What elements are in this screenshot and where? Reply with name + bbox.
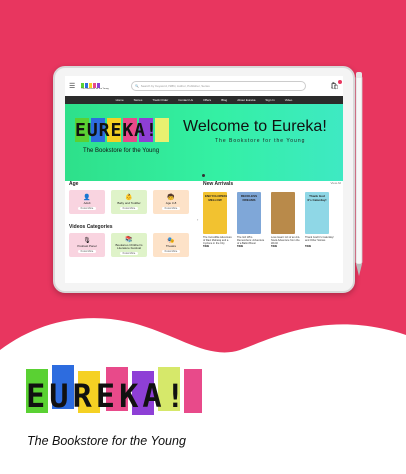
- hero-title: Welcome to Eureka!: [183, 118, 327, 135]
- book-item[interactable]: RECKLESS DREAMS The Girl Who Remembers: …: [237, 192, 267, 248]
- search-input[interactable]: 🔍 Search by Keyword, ISBN, Author, Publi…: [131, 81, 307, 91]
- brand-tagline: The Bookstore for the Young: [27, 434, 186, 448]
- theatre-icon: 🎭: [167, 238, 175, 245]
- age-card-baby[interactable]: 👶 Baby and Toddler Know More: [111, 190, 147, 214]
- nav-item-blog[interactable]: Blog: [221, 98, 227, 102]
- hero-logo: EUREKA!: [75, 120, 158, 141]
- website-screen: ☰ The Bookstore for the Young 🔍 Search b…: [65, 76, 343, 283]
- nav-item-video[interactable]: Video: [285, 98, 293, 102]
- book-cover-title: ENCYCLOPEDIA MELLOW: [205, 194, 227, 202]
- video-card-bookaroo[interactable]: 📚 Bookaroo Children's Literature Festiva…: [111, 233, 147, 257]
- book-price: ₹399: [203, 245, 209, 248]
- baby-icon: 👶: [125, 195, 133, 202]
- card-label: Podcast Panel: [77, 244, 97, 249]
- nav-item-contact[interactable]: Contact Us: [178, 98, 193, 102]
- book-cover[interactable]: Thank God It's Caturday!: [305, 192, 329, 234]
- new-arrivals-header: New Arrivals View All: [203, 181, 341, 190]
- video-card-podcast[interactable]: 🎙 Podcast Panel Know More: [69, 233, 105, 257]
- hero-banner[interactable]: EUREKA! The Bookstore for the Young Welc…: [65, 104, 343, 181]
- nav-item-track-order[interactable]: Track Order: [152, 98, 168, 102]
- book-price: ₹399: [271, 245, 277, 248]
- tablet-device: ☰ The Bookstore for the Young 🔍 Search b…: [53, 66, 355, 293]
- hero-subtitle: The Bookstore for the Young: [215, 138, 306, 144]
- nav-item-stores[interactable]: Stores: [134, 98, 143, 102]
- nav-item-offers[interactable]: Offers: [203, 98, 211, 102]
- stylus-pencil: [355, 72, 363, 276]
- hamburger-menu-icon[interactable]: ☰: [69, 82, 77, 90]
- book-item[interactable]: Thank God It's Caturday! Thank God It's …: [305, 192, 335, 248]
- book-title[interactable]: Love Heart: Art of an Ant-Nook Adventure…: [271, 236, 301, 245]
- age-cards: 👤 Adult Know More 👶 Baby and Toddler Kno…: [69, 190, 193, 214]
- age-card-adult[interactable]: 👤 Adult Know More: [69, 190, 105, 214]
- adult-icon: 👤: [83, 195, 91, 202]
- search-icon: 🔍: [135, 84, 139, 88]
- microphone-icon: 🎙: [83, 238, 91, 245]
- child-icon: 🧒: [167, 195, 175, 202]
- book-cover[interactable]: RECKLESS DREAMS: [237, 192, 261, 234]
- know-more-button[interactable]: Know More: [77, 249, 97, 253]
- card-label: Age 3-8: [165, 201, 177, 206]
- book-price: ₹299: [305, 245, 311, 248]
- video-cards: 🎙 Podcast Panel Know More 📚 Bookaroo Chi…: [69, 233, 193, 257]
- age-card-3-8[interactable]: 🧒 Age 3-8 Know More: [153, 190, 189, 214]
- book-cover[interactable]: [271, 192, 295, 234]
- book-title[interactable]: The Incredible Adventure of Ravi Maharaj…: [203, 236, 233, 245]
- card-label: Baby and Toddler: [117, 201, 141, 206]
- book-item[interactable]: ENCYCLOPEDIA MELLOW The Incredible Adven…: [203, 192, 233, 248]
- card-label: Bookaroo Children's Literature Festival: [115, 242, 143, 250]
- nav-item-about[interactable]: About Eureka: [237, 98, 255, 102]
- book-price: ₹399: [237, 245, 243, 248]
- cart-badge: [338, 80, 342, 84]
- main-content: Age 👤 Adult Know More 👶 Baby and Toddler…: [65, 181, 343, 283]
- book-cover-title: RECKLESS DREAMS: [240, 194, 258, 202]
- know-more-button[interactable]: Know More: [119, 251, 139, 255]
- header-logo[interactable]: The Bookstore for the Young: [81, 81, 109, 91]
- nav-item-home[interactable]: Home: [116, 98, 124, 102]
- search-placeholder: Search by Keyword, ISBN, Author, Publish…: [140, 84, 210, 88]
- chevron-left-icon[interactable]: ‹: [197, 217, 198, 222]
- view-all-link[interactable]: View All: [331, 181, 341, 190]
- book-title[interactable]: Thank God It's Caturday! and Other Stori…: [305, 236, 335, 245]
- video-card-theatre[interactable]: 🎭 Theatre Know More: [153, 233, 189, 257]
- card-label: Adult: [83, 201, 91, 206]
- books-icon: 📚: [125, 236, 133, 243]
- cart-icon[interactable]: 🛍: [330, 80, 342, 90]
- new-arrivals-title: New Arrivals: [203, 181, 234, 187]
- book-title[interactable]: The Girl Who Remembers: Adventure of a B…: [237, 236, 267, 245]
- know-more-button[interactable]: Know More: [77, 206, 97, 210]
- book-cover[interactable]: ENCYCLOPEDIA MELLOW: [203, 192, 227, 234]
- book-item[interactable]: Love Heart: Art of an Ant-Nook Adventure…: [271, 192, 301, 248]
- know-more-button[interactable]: Know More: [161, 249, 181, 253]
- brand-logo-text: EUREKA!: [26, 377, 189, 415]
- age-section-title: Age: [69, 181, 79, 187]
- header-logo-tagline: The Bookstore for the Young: [81, 87, 109, 90]
- categories-column: Age 👤 Adult Know More 👶 Baby and Toddler…: [69, 181, 193, 257]
- carousel-dot[interactable]: [202, 174, 205, 177]
- nav-item-sign-in[interactable]: Sign In: [265, 98, 274, 102]
- know-more-button[interactable]: Know More: [161, 206, 181, 210]
- site-header: ☰ The Bookstore for the Young 🔍 Search b…: [65, 76, 343, 96]
- know-more-button[interactable]: Know More: [119, 206, 139, 210]
- book-list: ENCYCLOPEDIA MELLOW The Incredible Adven…: [203, 192, 341, 248]
- main-nav: Home Stores Track Order Contact Us Offer…: [65, 96, 343, 104]
- hero-logo-tagline: The Bookstore for the Young: [83, 148, 160, 154]
- card-label: Theatre: [165, 244, 177, 249]
- book-cover-title: Thank God It's Caturday!: [307, 194, 327, 202]
- new-arrivals-column: New Arrivals View All ENCYCLOPEDIA MELLO…: [203, 181, 341, 248]
- videos-section-title: Videos Categories: [69, 224, 113, 230]
